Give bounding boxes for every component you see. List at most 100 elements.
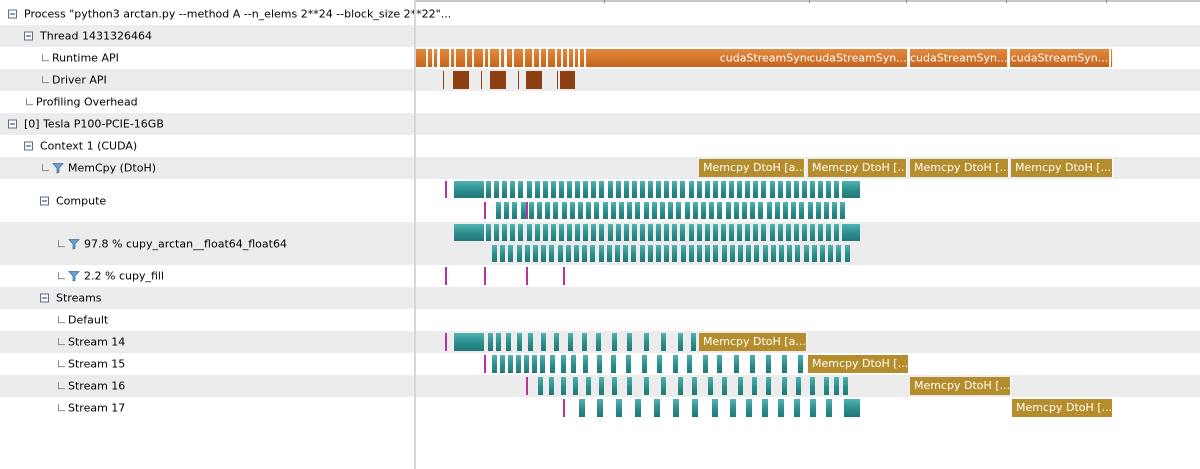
arctan-kernel[interactable] <box>729 224 734 241</box>
runtime-api-call[interactable] <box>434 49 438 67</box>
arctan-kernel[interactable] <box>504 202 510 219</box>
memcpy-dtoh-row[interactable]: MemCpy (DtoH) <box>0 157 414 179</box>
arctan-kernel[interactable] <box>599 181 605 198</box>
arctan-kernel[interactable] <box>777 224 783 241</box>
arctan-kernel[interactable] <box>840 202 846 219</box>
arctan-kernel[interactable] <box>664 181 670 198</box>
arctan-kernel[interactable] <box>567 181 572 198</box>
arctan-kernel[interactable] <box>583 224 589 241</box>
arctan-kernel[interactable] <box>810 181 815 198</box>
arctan-kernel[interactable] <box>810 399 816 417</box>
runtime-api-call[interactable] <box>467 49 473 67</box>
arctan-kernel[interactable] <box>680 245 686 262</box>
arctan-kernel[interactable] <box>454 333 484 351</box>
arctan-kernel[interactable] <box>550 181 556 198</box>
arctan-kernel[interactable] <box>815 202 821 219</box>
arctan-kernel[interactable] <box>729 181 734 198</box>
driver-api-call[interactable] <box>518 71 519 89</box>
arctan-kernel[interactable] <box>704 181 710 198</box>
arctan-kernel[interactable] <box>643 202 649 219</box>
arctan-kernel[interactable] <box>664 245 670 262</box>
runtime-api-call[interactable] <box>534 49 540 67</box>
runtime-api-call[interactable] <box>474 49 484 67</box>
arctan-kernel[interactable] <box>752 377 757 395</box>
arctan-kernel[interactable] <box>794 399 800 417</box>
arctan-kernel[interactable] <box>597 399 603 417</box>
device-row[interactable]: [0] Tesla P100-PCIE-16GB <box>0 113 414 135</box>
arctan-kernel[interactable] <box>500 245 506 262</box>
arctan-kernel[interactable] <box>753 181 759 198</box>
collapse-icon[interactable] <box>40 293 49 303</box>
arctan-kernel[interactable] <box>586 377 591 395</box>
arctan-kernel[interactable] <box>705 245 711 262</box>
arctan-kernel[interactable] <box>769 181 775 198</box>
arctan-kernel[interactable] <box>684 202 690 219</box>
arctan-kernel[interactable] <box>575 224 581 241</box>
arctan-kernel[interactable] <box>582 245 588 262</box>
arctan-kernel[interactable] <box>550 224 556 241</box>
runtime-api-call[interactable] <box>575 49 579 67</box>
arctan-kernel[interactable] <box>672 181 678 198</box>
arctan-kernel[interactable] <box>557 245 563 262</box>
arctan-kernel[interactable] <box>626 355 631 373</box>
arctan-kernel[interactable] <box>635 399 641 417</box>
driver-api-call[interactable] <box>453 71 469 89</box>
arctan-kernel[interactable] <box>542 224 548 241</box>
arctan-kernel[interactable] <box>561 355 566 373</box>
arctan-kernel[interactable] <box>596 333 601 351</box>
arctan-kernel[interactable] <box>647 245 653 262</box>
arctan-kernel[interactable] <box>648 224 653 241</box>
runtime-api-call[interactable] <box>1111 49 1113 67</box>
arctan-kernel[interactable] <box>688 224 694 241</box>
arctan-kernel[interactable] <box>846 224 860 241</box>
arctan-kernel[interactable] <box>832 202 838 219</box>
arctan-kernel[interactable] <box>599 224 605 241</box>
arctan-kernel[interactable] <box>545 202 551 219</box>
arctan-kernel[interactable] <box>680 224 686 241</box>
arctan-kernel[interactable] <box>538 377 543 395</box>
arctan-kernel[interactable] <box>712 181 718 198</box>
driver-api-call[interactable] <box>560 71 575 89</box>
arctan-kernel[interactable] <box>820 245 825 262</box>
thread-row[interactable]: Thread 1431326464 <box>0 25 414 47</box>
arctan-kernel[interactable] <box>623 245 629 262</box>
stream-15-row[interactable]: Stream 15 <box>0 353 414 375</box>
arctan-kernel[interactable] <box>591 181 597 198</box>
arctan-kernel[interactable] <box>575 181 581 198</box>
arctan-kernel[interactable] <box>712 224 718 241</box>
runtime-api-sync[interactable]: cudaStreamSyn... <box>1010 49 1110 67</box>
arctan-kernel[interactable] <box>496 333 501 351</box>
arctan-kernel[interactable] <box>565 245 571 262</box>
arctan-kernel[interactable] <box>561 202 567 219</box>
arctan-kernel[interactable] <box>607 181 613 198</box>
arctan-kernel[interactable] <box>787 245 793 262</box>
runtime-api-call[interactable] <box>569 49 574 67</box>
arctan-kernel[interactable] <box>558 181 564 198</box>
stream-default-row[interactable]: Default <box>0 309 414 331</box>
arctan-kernel[interactable] <box>648 181 653 198</box>
arctan-kernel[interactable] <box>803 245 809 262</box>
arctan-kernel[interactable] <box>516 355 521 373</box>
arctan-kernel[interactable] <box>582 333 587 351</box>
fill-kernel[interactable] <box>445 181 447 198</box>
stream-16-row[interactable]: Stream 16 <box>0 375 414 397</box>
arctan-kernel[interactable] <box>615 245 620 262</box>
arctan-kernel[interactable] <box>778 399 784 417</box>
arctan-kernel[interactable] <box>508 355 513 373</box>
arctan-kernel[interactable] <box>583 355 588 373</box>
arctan-kernel[interactable] <box>782 355 787 373</box>
arctan-kernel[interactable] <box>785 181 791 198</box>
arctan-kernel[interactable] <box>826 181 832 198</box>
arctan-kernel[interactable] <box>688 245 694 262</box>
arctan-kernel[interactable] <box>644 377 649 395</box>
runtime-api-call[interactable] <box>428 49 433 67</box>
arctan-kernel[interactable] <box>844 399 860 417</box>
arctan-kernel[interactable] <box>676 202 682 219</box>
arctan-kernel[interactable] <box>607 224 613 241</box>
arctan-kernel[interactable] <box>793 181 799 198</box>
arctan-kernel[interactable] <box>799 202 805 219</box>
memcpy-dtoh-bar[interactable]: Memcpy DtoH [... <box>808 355 909 373</box>
arctan-kernel[interactable] <box>672 245 678 262</box>
arctan-kernel[interactable] <box>793 224 799 241</box>
runtime-api-call[interactable] <box>580 49 585 67</box>
